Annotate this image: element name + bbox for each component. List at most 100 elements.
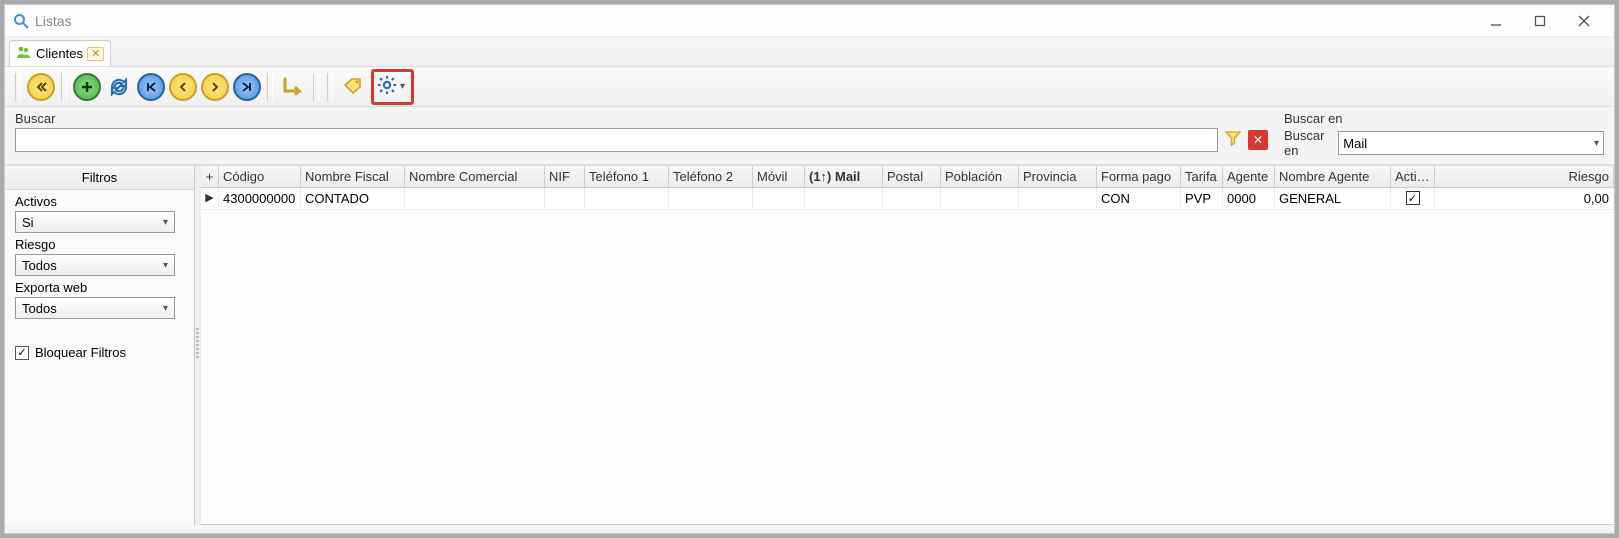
- window-title: Listas: [35, 13, 72, 29]
- cell-telefono1: [585, 188, 669, 209]
- searchin-value: Mail: [1343, 136, 1367, 151]
- tab-clientes[interactable]: Clientes ✕: [9, 40, 111, 66]
- footer-spacer: [5, 525, 1614, 533]
- col-poblacion[interactable]: Población: [941, 166, 1019, 187]
- toolbar: ▾: [5, 67, 1614, 107]
- refresh-button[interactable]: [105, 73, 133, 101]
- back-button[interactable]: [27, 73, 55, 101]
- filter-riesgo-value: Todos: [22, 258, 57, 273]
- chevron-down-icon: ▾: [163, 303, 168, 314]
- filter-riesgo-label: Riesgo: [15, 237, 186, 252]
- prev-button[interactable]: [169, 73, 197, 101]
- grid-plus-column[interactable]: +: [201, 166, 219, 187]
- filters-header: Filtros: [5, 166, 194, 190]
- filter-activos-combo[interactable]: Si ▾: [15, 211, 175, 233]
- people-icon: [16, 44, 32, 63]
- col-tarifa[interactable]: Tarifa: [1181, 166, 1223, 187]
- clear-search-button[interactable]: ✕: [1248, 130, 1268, 150]
- col-postal[interactable]: Postal: [883, 166, 941, 187]
- search-input[interactable]: [15, 128, 1218, 152]
- row-indicator-icon: ▶: [201, 188, 219, 209]
- col-nombre-fiscal[interactable]: Nombre Fiscal: [301, 166, 405, 187]
- cell-nombre-fiscal: CONTADO: [301, 188, 405, 209]
- cell-tarifa: PVP: [1181, 188, 1223, 209]
- toolbar-separator: [15, 73, 21, 101]
- filter-activos-label: Activos: [15, 194, 186, 209]
- grid-body[interactable]: ▶ 4300000000 CONTADO CON PVP 0000 GENERA…: [201, 188, 1614, 525]
- last-button[interactable]: [233, 73, 261, 101]
- export-button[interactable]: [279, 73, 307, 101]
- toolbar-separator: [61, 73, 67, 101]
- col-riesgo[interactable]: Riesgo: [1435, 166, 1614, 187]
- cell-nombre-comercial: [405, 188, 545, 209]
- filter-exporta-combo[interactable]: Todos ▾: [15, 297, 175, 319]
- grid-header: + Código Nombre Fiscal Nombre Comercial …: [201, 166, 1614, 188]
- cell-mail: [805, 188, 883, 209]
- chevron-down-icon: ▾: [163, 217, 168, 228]
- cell-codigo: 4300000000: [219, 188, 301, 209]
- cell-activo: ✓: [1391, 188, 1435, 209]
- cell-agente: 0000: [1223, 188, 1275, 209]
- col-mail[interactable]: (1↑) Mail: [805, 166, 883, 187]
- col-forma-pago[interactable]: Forma pago: [1097, 166, 1181, 187]
- main-window: Listas Clientes ✕: [4, 4, 1615, 534]
- col-nif[interactable]: NIF: [545, 166, 585, 187]
- filter-activos-value: Si: [22, 215, 34, 230]
- data-grid: + Código Nombre Fiscal Nombre Comercial …: [201, 166, 1614, 525]
- toolbar-separator: [327, 73, 333, 101]
- tab-bar: Clientes ✕: [5, 37, 1614, 67]
- col-nombre-agente[interactable]: Nombre Agente: [1275, 166, 1391, 187]
- col-nombre-comercial[interactable]: Nombre Comercial: [405, 166, 545, 187]
- filter-riesgo-combo[interactable]: Todos ▾: [15, 254, 175, 276]
- chevron-down-icon: ▾: [163, 260, 168, 271]
- searchin-group-label: Buscar en: [1284, 111, 1604, 126]
- checkbox-icon: ✓: [15, 346, 29, 360]
- filter-icon[interactable]: [1224, 129, 1242, 152]
- toolbar-separator: [313, 73, 319, 101]
- cell-postal: [883, 188, 941, 209]
- cell-telefono2: [669, 188, 753, 209]
- next-button[interactable]: [201, 73, 229, 101]
- close-button[interactable]: [1562, 6, 1606, 36]
- filters-panel: Filtros Activos Si ▾ Riesgo Todos ▾ Expo…: [5, 166, 195, 525]
- cell-nif: [545, 188, 585, 209]
- col-movil[interactable]: Móvil: [753, 166, 805, 187]
- search-icon: [13, 13, 29, 29]
- tab-close-icon[interactable]: ✕: [87, 47, 104, 61]
- col-telefono2[interactable]: Teléfono 2: [669, 166, 753, 187]
- maximize-button[interactable]: [1518, 6, 1562, 36]
- checkbox-checked-icon: ✓: [1406, 191, 1420, 205]
- chevron-down-icon: ▾: [400, 81, 405, 92]
- content-area: Filtros Activos Si ▾ Riesgo Todos ▾ Expo…: [5, 165, 1614, 525]
- tab-label: Clientes: [36, 46, 83, 61]
- filter-exporta-value: Todos: [22, 301, 57, 316]
- cell-provincia: [1019, 188, 1097, 209]
- cell-riesgo: 0,00: [1435, 188, 1614, 209]
- col-agente[interactable]: Agente: [1223, 166, 1275, 187]
- bloquear-filtros-checkbox[interactable]: ✓ Bloquear Filtros: [5, 319, 194, 386]
- bloquear-filtros-label: Bloquear Filtros: [35, 345, 126, 360]
- cell-forma-pago: CON: [1097, 188, 1181, 209]
- toolbar-separator: [267, 73, 273, 101]
- minimize-button[interactable]: [1474, 6, 1518, 36]
- col-codigo[interactable]: Código: [219, 166, 301, 187]
- table-row[interactable]: ▶ 4300000000 CONTADO CON PVP 0000 GENERA…: [201, 188, 1614, 210]
- first-button[interactable]: [137, 73, 165, 101]
- chevron-down-icon: ▾: [1594, 138, 1599, 149]
- search-bar: Buscar ✕ Buscar en Buscar en Mail ▾: [5, 107, 1614, 165]
- tag-button[interactable]: [339, 73, 367, 101]
- searchin-combo[interactable]: Mail ▾: [1338, 131, 1604, 155]
- titlebar: Listas: [5, 5, 1614, 37]
- filter-exporta-label: Exporta web: [15, 280, 186, 295]
- cell-poblacion: [941, 188, 1019, 209]
- cell-movil: [753, 188, 805, 209]
- col-provincia[interactable]: Provincia: [1019, 166, 1097, 187]
- col-telefono1[interactable]: Teléfono 1: [585, 166, 669, 187]
- cell-nombre-agente: GENERAL: [1275, 188, 1391, 209]
- add-button[interactable]: [73, 73, 101, 101]
- splitter[interactable]: [195, 166, 201, 525]
- gear-icon: [376, 74, 398, 99]
- settings-dropdown-highlighted[interactable]: ▾: [371, 69, 414, 105]
- col-activo[interactable]: Activo: [1391, 166, 1435, 187]
- searchin-label: Buscar en: [1284, 128, 1332, 158]
